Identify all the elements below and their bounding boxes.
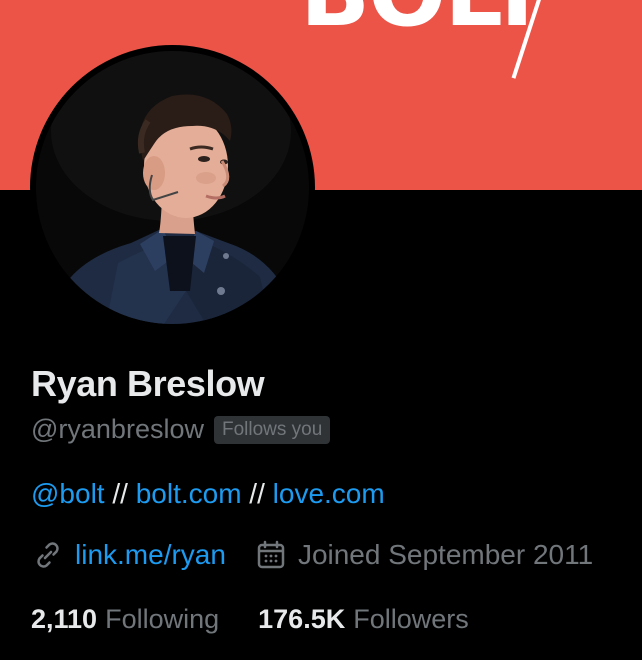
profile-meta: link.me/ryan Joined September 2011 (31, 538, 593, 572)
website-link[interactable]: link.me/ryan (75, 539, 226, 571)
profile-bio: @bolt // bolt.com // love.com (31, 478, 385, 510)
website-item[interactable]: link.me/ryan (31, 538, 226, 572)
following-label: Following (105, 604, 220, 634)
display-name: Ryan Breslow (31, 363, 265, 404)
handle-row: @ryanbreslow Follows you (31, 414, 331, 445)
joined-item: Joined September 2011 (254, 538, 593, 572)
banner-logo: BOLT (300, 0, 548, 40)
joined-date: Joined September 2011 (297, 539, 594, 570)
follow-stats: 2,110 Following 176.5K Followers (31, 604, 469, 635)
bio-separator: // (241, 478, 273, 509)
avatar-portrait-image (36, 51, 309, 324)
user-handle: @ryanbreslow (31, 414, 204, 444)
followers-count: 176.5K (258, 604, 346, 634)
following-count: 2,110 (31, 604, 98, 634)
calendar-icon (254, 538, 288, 572)
link-icon (31, 538, 65, 572)
bio-link-bolt[interactable]: bolt.com (136, 478, 242, 509)
followers-label: Followers (353, 604, 469, 634)
followers-stat[interactable]: 176.5K Followers (258, 604, 469, 635)
avatar[interactable] (30, 45, 315, 330)
bio-link-love[interactable]: love.com (273, 478, 385, 509)
bio-separator: // (104, 478, 136, 509)
follows-you-badge: Follows you (213, 415, 331, 444)
bio-mention-link[interactable]: @bolt (31, 478, 105, 509)
following-stat[interactable]: 2,110 Following (31, 604, 219, 635)
avatar-photo (36, 51, 309, 324)
